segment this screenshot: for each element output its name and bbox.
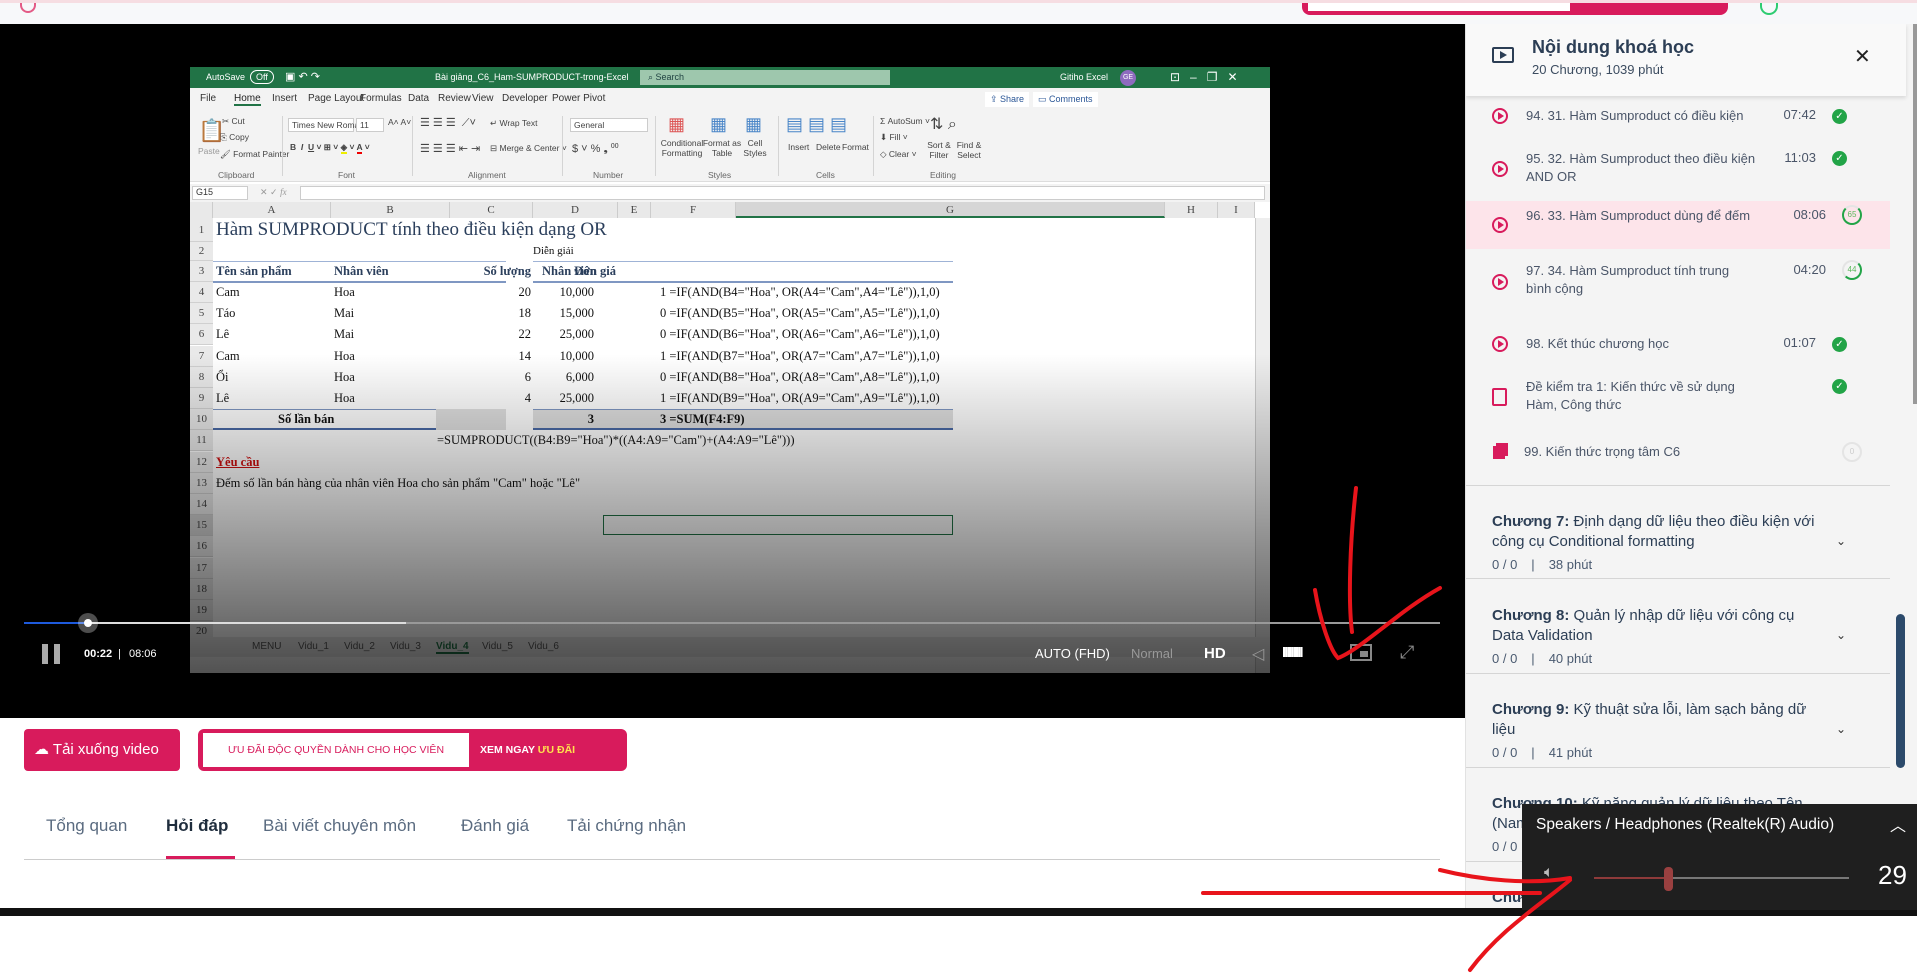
red-annotation-strokes (1201, 486, 1572, 972)
close-icon[interactable]: ✕ (1854, 44, 1871, 69)
annotation-arrow-line (1347, 486, 1358, 634)
sidebar-header: Nội dung khoá học 20 Chương, 1039 phút ✕ (1466, 24, 1906, 96)
annotation-check-stroke (1313, 586, 1442, 661)
annotation-curve (1438, 868, 1572, 884)
sidebar-title: Nội dung khoá học (1532, 37, 1694, 57)
sidebar-subtitle: 20 Chương, 1039 phút (1532, 62, 1664, 77)
course-video-icon (1492, 47, 1514, 63)
